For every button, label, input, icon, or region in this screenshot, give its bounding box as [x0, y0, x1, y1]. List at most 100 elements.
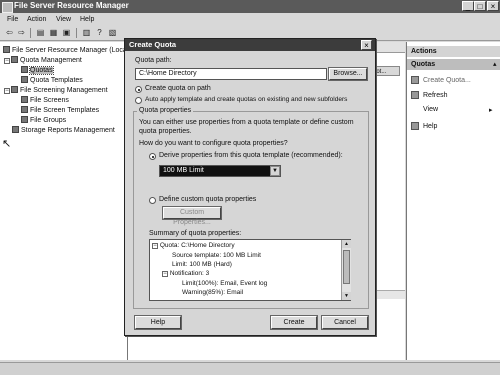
tree-item-storage-reports[interactable]: Storage Reports Management [12, 126, 115, 135]
create-quota-dialog: Create Quota × Quota path: C:\Home Direc… [124, 38, 376, 336]
menu-help[interactable]: Help [80, 16, 94, 23]
custom-properties-radio[interactable] [149, 197, 156, 204]
summary-limit: Limit: 100 MB (Hard) [172, 261, 232, 268]
custom-properties-button[interactable]: Custom Properties... [162, 206, 222, 226]
summary-scrollbar[interactable]: ▲ ▼ [341, 240, 351, 300]
console-icon[interactable]: ▧ [107, 28, 118, 38]
auto-apply-radio[interactable] [135, 97, 142, 104]
template-select[interactable]: 100 MB Limit [159, 165, 281, 177]
export-icon[interactable]: ▥ [81, 28, 92, 38]
collapse-icon[interactable]: − [4, 88, 10, 94]
collapse-icon[interactable]: − [152, 243, 158, 249]
action-label: Create Quota... [423, 77, 471, 84]
action-create-quota[interactable]: Create Quota... [411, 76, 471, 84]
create-quota-radio[interactable] [135, 86, 142, 93]
show-tree-icon[interactable]: ▦ [48, 28, 59, 38]
action-help[interactable]: Help [411, 122, 437, 130]
configure-question: How do you want to configure quota prope… [139, 140, 288, 147]
tree-item-file-screening[interactable]: − File Screening Management [4, 86, 108, 95]
tree-item-file-screens[interactable]: File Screens [21, 96, 69, 105]
up-folder-icon[interactable]: ▤ [35, 28, 46, 38]
create-quota-icon [411, 76, 419, 84]
status-bar [0, 362, 500, 375]
action-refresh[interactable]: Refresh [411, 91, 448, 99]
action-view[interactable]: View [423, 106, 438, 113]
summary-text: Notification: 3 [169, 270, 210, 277]
forward-icon[interactable]: ⇨ [16, 28, 27, 38]
refresh-icon [411, 91, 419, 99]
summary-quota: − Quota: C:\Home Directory [152, 242, 235, 249]
help-icon [411, 122, 419, 130]
tree-item-label: Quota Templates [30, 77, 83, 84]
dropdown-arrow-icon[interactable]: ▼ [270, 166, 280, 176]
template-icon [21, 106, 28, 113]
browse-button[interactable]: Browse... [328, 67, 368, 81]
menu-action[interactable]: Action [27, 16, 46, 23]
create-button[interactable]: Create [270, 315, 318, 330]
tree-item-label: File Server Resource Manager (Loca [12, 47, 127, 54]
mouse-cursor-icon: ↖ [2, 138, 12, 150]
summary-notification: − Notification: 3 [162, 270, 209, 277]
dialog-title-bar: Create Quota × [125, 39, 375, 51]
tree-item-quota-management[interactable]: − Quota Management [4, 56, 82, 65]
custom-properties-radio-label: Define custom quota properties [159, 196, 257, 203]
menu-view[interactable]: View [56, 16, 71, 23]
window-title: File Server Resource Manager [14, 1, 129, 10]
scroll-up-icon[interactable]: ▲ [342, 240, 351, 248]
collapse-icon[interactable]: − [162, 271, 168, 277]
toolbar-separator [76, 28, 77, 38]
actions-pane: Actions Quotas ▴ Create Quota... Refresh… [406, 42, 500, 360]
back-icon[interactable]: ⇦ [4, 28, 15, 38]
tree-item-label: File Screens [30, 97, 69, 104]
refresh-icon[interactable]: ▣ [61, 28, 72, 38]
summary-warning-notification: Warning(85%): Email [182, 289, 244, 296]
summary-source-template: Source template: 100 MB Limit [172, 252, 261, 259]
help-button[interactable]: Help [134, 315, 182, 330]
actions-header: Actions [407, 46, 500, 57]
action-label: Help [423, 123, 438, 130]
group-icon [21, 116, 28, 123]
summary-limit-notification: Limit(100%): Email, Event log [182, 280, 268, 287]
tree-item-label: File Screen Templates [30, 107, 100, 114]
collapse-icon[interactable]: − [4, 58, 10, 64]
menu-file[interactable]: File [7, 16, 18, 23]
tree-item-fsrm[interactable]: File Server Resource Manager (Loca [3, 46, 127, 55]
collapse-section-icon[interactable]: ▴ [493, 60, 497, 68]
derive-template-radio[interactable] [149, 153, 156, 160]
dialog-close-button[interactable]: × [361, 40, 372, 50]
create-quota-radio-label: Create quota on path [145, 85, 211, 92]
submenu-arrow-icon: ▸ [489, 107, 493, 114]
scroll-down-icon[interactable]: ▼ [342, 292, 351, 300]
tree-item-quotas[interactable]: Quotas [21, 66, 54, 75]
navigation-tree: File Server Resource Manager (Loca − Quot… [0, 42, 128, 360]
tree-item-quota-templates[interactable]: Quota Templates [21, 76, 83, 85]
cancel-button[interactable]: Cancel [321, 315, 369, 330]
dialog-title: Create Quota [129, 40, 177, 49]
summary-text: Quota: C:\Home Directory [159, 242, 235, 249]
close-button[interactable]: × [487, 1, 499, 11]
help-icon[interactable]: ? [94, 28, 105, 38]
tree-item-file-screen-templates[interactable]: File Screen Templates [21, 106, 99, 115]
quota-icon [21, 66, 28, 73]
actions-section-quotas[interactable]: Quotas [407, 59, 500, 70]
quota-properties-description: You can either use properties from a quo… [139, 119, 354, 135]
quota-icon [11, 56, 18, 63]
tree-item-label: File Groups [30, 117, 67, 124]
minimize-button[interactable]: _ [462, 1, 474, 11]
tree-item-label: File Screening Management [20, 87, 108, 94]
scroll-thumb[interactable] [343, 250, 350, 284]
action-label: Refresh [423, 92, 448, 99]
quota-path-input[interactable]: C:\Home Directory [135, 68, 327, 80]
menu-bar: File Action View Help [0, 14, 500, 26]
maximize-button[interactable]: □ [474, 1, 486, 11]
tree-item-label: Storage Reports Management [21, 127, 115, 134]
template-icon [21, 76, 28, 83]
screen-icon [21, 96, 28, 103]
screen-icon [11, 86, 18, 93]
summary-tree[interactable]: − Quota: C:\Home Directory Source templa… [149, 239, 351, 301]
summary-label: Summary of quota properties: [149, 230, 242, 237]
tree-item-label: Quotas [29, 66, 54, 75]
auto-apply-radio-label: Auto apply template and create quotas on… [145, 96, 348, 103]
tree-item-file-groups[interactable]: File Groups [21, 116, 66, 125]
tree-item-label: Quota Management [20, 57, 82, 64]
